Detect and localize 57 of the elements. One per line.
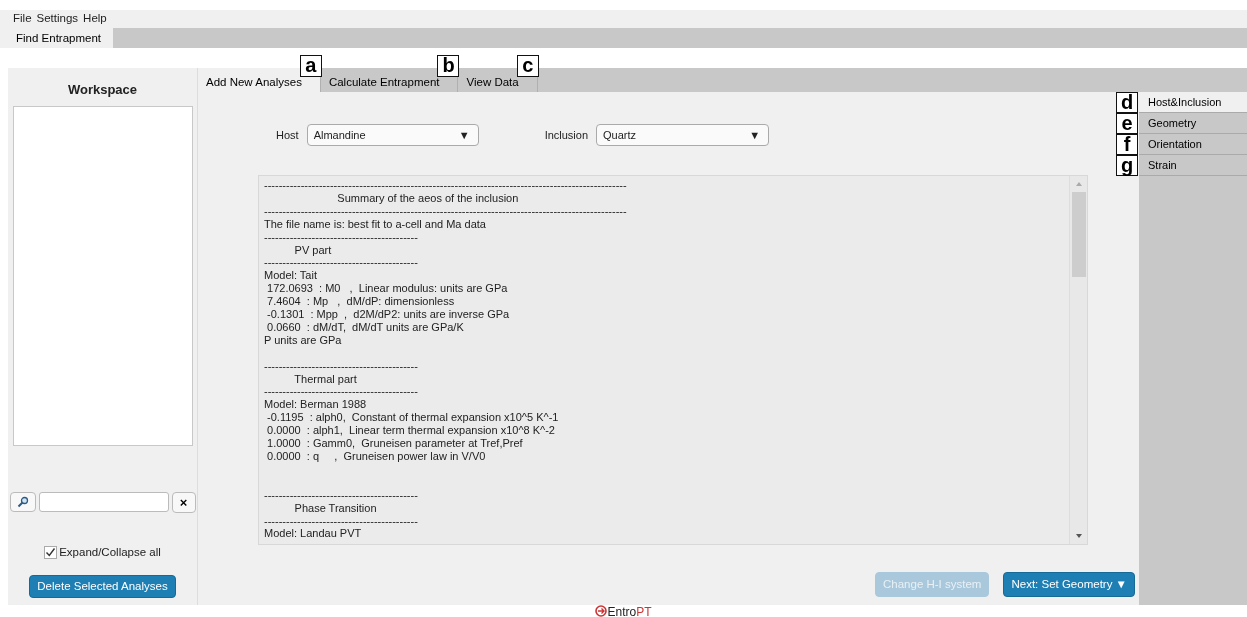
callout-label: c [516, 55, 539, 77]
text-line: --------------------------------------------------------------------------------------------------- [264, 179, 628, 192]
text-line: ------------------------------------------ [264, 385, 419, 399]
text-line: PV part [293, 243, 333, 257]
dropdown[interactable]: Almandine ▼ [306, 124, 479, 146]
text-line: Model: Landau PVT [264, 527, 363, 541]
scroll-up-icon[interactable] [1074, 180, 1083, 188]
next-button[interactable]: Next: Set Geometry ▼ [1003, 572, 1135, 598]
text-line: P units are GPa [264, 333, 343, 347]
checkbox[interactable] [44, 545, 58, 559]
dropdown[interactable]: Quartz ▼ [596, 124, 770, 146]
text-line: 0.0660 : dM/dT, dM/dT units are GPa/K [266, 320, 465, 334]
callout-label: g [1116, 155, 1138, 176]
callout-label: f [1116, 134, 1138, 155]
field-label: Host [276, 127, 299, 143]
text-line: ------------------------------------------ [264, 359, 419, 373]
panel-title: Workspace [67, 81, 138, 99]
text-line: 7.4604 : Mp , dM/dP: dimensionless [266, 295, 456, 309]
text-line: The file name is: best fit to a-cell and Ma data [264, 217, 487, 231]
clear-button[interactable]: × [171, 491, 196, 513]
menu-item[interactable]: File [13, 10, 32, 28]
delete-button[interactable]: Delete Selected Analyses [29, 574, 176, 598]
caret-icon: ▼ [749, 126, 761, 144]
text-line: ------------------------------------------ [264, 256, 419, 270]
scroll-down-icon[interactable] [1074, 532, 1083, 540]
menu-item[interactable]: Settings [36, 10, 79, 28]
search-icon [16, 496, 29, 508]
text-line: Phase Transition [293, 501, 378, 515]
text-line: 1.0000 : Gamm0, Gruneisen parameter at Tref,Pref [266, 437, 524, 450]
callout-label: b [437, 55, 460, 77]
app-logo: EntroPT [595, 605, 652, 617]
text-line: 0.0000 : q , Gruneisen power law in V/V0 [266, 450, 487, 463]
text-line: --------------------------------------------------------------------------------------------------- [264, 204, 628, 218]
text-line: ------------------------------------------ [264, 514, 419, 528]
text-line: -0.1301 : Mpp , d2M/dP2: units are inverse GPa [266, 308, 511, 321]
search-field[interactable] [38, 492, 169, 512]
callout-label: e [1116, 113, 1138, 134]
field-label: Inclusion [544, 127, 589, 143]
text-line: -0.1195 : alph0, Constant of thermal expansion x10^5 K^-1 [266, 411, 560, 425]
text-line: 172.0693 : M0 , Linear modulus: units are GPa [266, 282, 509, 296]
menu-item[interactable]: Help [83, 10, 107, 28]
callout-label: a [299, 55, 322, 77]
search-button[interactable] [9, 492, 36, 512]
callout-label: d [1116, 92, 1138, 113]
text-line: ------------------------------------------ [264, 230, 419, 244]
scroll-thumb[interactable] [1071, 192, 1086, 277]
caret-icon: ▼ [458, 126, 470, 144]
text-line: ------------------------------------------ [264, 488, 419, 502]
window-tab[interactable]: Find Entrapment [0, 28, 113, 48]
checkbox-label: Expand/Collapse all [59, 544, 161, 560]
text-line: Model: Tait [264, 269, 318, 283]
text-line: Model: Berman 1988 [264, 398, 368, 412]
text-line: Thermal part [293, 372, 358, 386]
text-line: Summary of the aeos of the inclusion [336, 191, 520, 205]
side-tab[interactable]: Host&Inclusion [1139, 92, 1247, 113]
scrollbar[interactable] [1069, 176, 1087, 544]
text-line: 0.0000 : alph1, Linear term thermal expansion x10^8 K^-2 [266, 424, 556, 438]
